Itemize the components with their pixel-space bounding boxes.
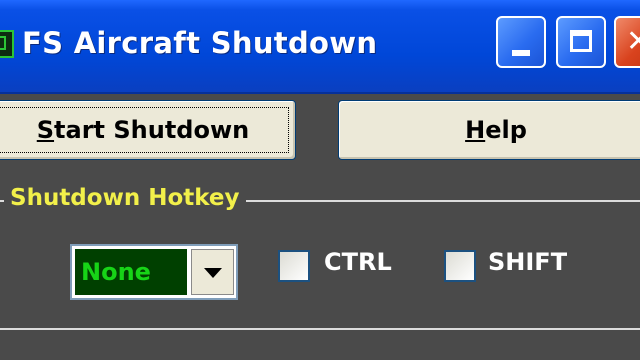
maximize-icon [570, 30, 592, 52]
dropdown-arrow-icon[interactable] [191, 249, 234, 295]
minimize-button[interactable] [496, 16, 546, 68]
close-icon: ✕ [626, 24, 640, 59]
shift-checkbox[interactable] [444, 250, 476, 282]
help-label: Help [465, 116, 527, 144]
group-title: Shutdown Hotkey [4, 185, 246, 211]
start-shutdown-button[interactable]: Start Shutdown [0, 100, 296, 160]
title-bar[interactable]: FS Aircraft Shutdown ✕ [0, 0, 640, 94]
hotkey-key-select[interactable]: None [70, 244, 238, 300]
shift-label[interactable]: SHIFT [488, 248, 567, 276]
hotkey-key-value[interactable]: None [75, 249, 187, 295]
ctrl-label[interactable]: CTRL [324, 248, 392, 276]
start-shutdown-label: Start Shutdown [36, 116, 250, 144]
ctrl-checkbox[interactable] [278, 250, 310, 282]
close-button[interactable]: ✕ [614, 16, 640, 68]
maximize-button[interactable] [556, 16, 606, 68]
window-title: FS Aircraft Shutdown [22, 26, 378, 60]
help-button[interactable]: Help [338, 100, 640, 160]
app-icon[interactable] [0, 30, 14, 58]
minimize-icon [512, 50, 530, 56]
